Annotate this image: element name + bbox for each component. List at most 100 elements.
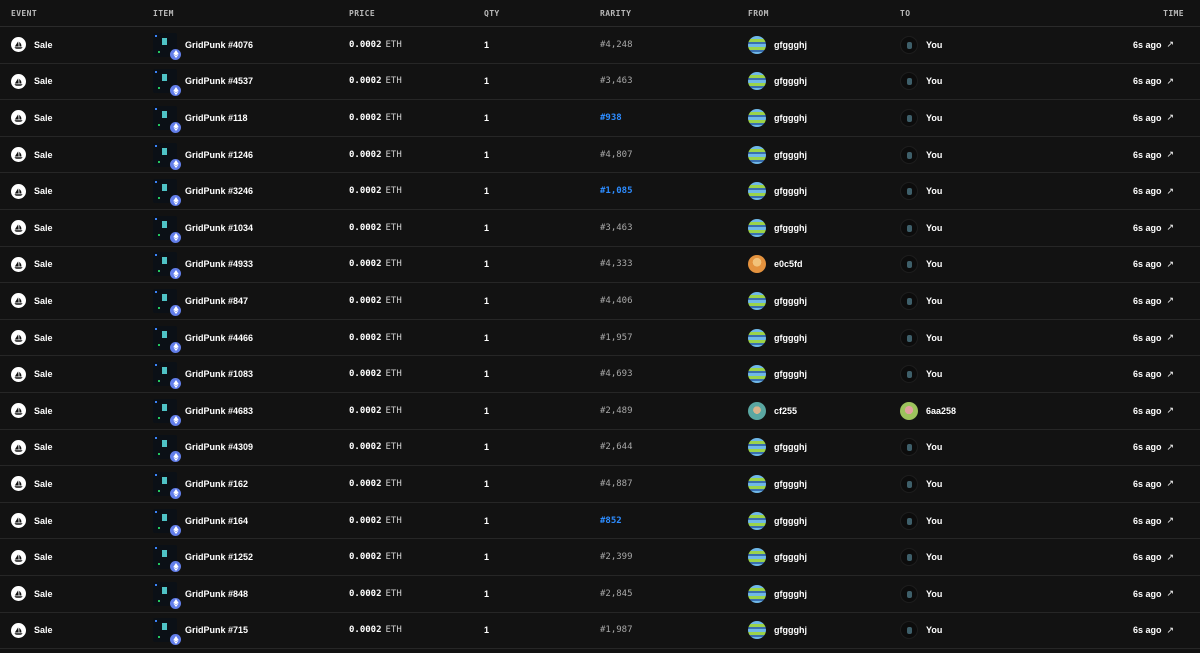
to-cell[interactable]: You (900, 247, 942, 283)
from-cell[interactable]: gfggghj (748, 64, 807, 100)
to-user-link[interactable]: You (926, 113, 942, 123)
nft-thumbnail[interactable] (153, 435, 181, 463)
nft-thumbnail[interactable] (153, 288, 181, 316)
time-cell[interactable]: 6s ago ↗ (1133, 27, 1174, 63)
from-user-link[interactable]: gfggghj (774, 589, 807, 599)
external-link-arrow-icon[interactable]: ↗ (1166, 515, 1174, 526)
from-cell[interactable]: gfggghj (748, 613, 807, 649)
from-avatar[interactable] (748, 365, 766, 384)
from-cell[interactable]: gfggghj (748, 466, 807, 502)
time-link[interactable]: 6s ago (1133, 40, 1162, 50)
item-name-link[interactable]: GridPunk #162 (185, 479, 248, 489)
nft-thumbnail[interactable] (153, 545, 181, 573)
from-user-link[interactable]: gfggghj (774, 296, 807, 306)
time-link[interactable]: 6s ago (1133, 516, 1162, 526)
external-link-arrow-icon[interactable]: ↗ (1166, 222, 1174, 233)
from-user-link[interactable]: gfggghj (774, 625, 807, 635)
to-user-link[interactable]: You (926, 442, 942, 452)
item-cell[interactable]: GridPunk #4683 (153, 393, 253, 429)
from-avatar[interactable] (748, 328, 766, 347)
to-avatar[interactable] (900, 584, 918, 603)
time-link[interactable]: 6s ago (1133, 113, 1162, 123)
item-name-link[interactable]: GridPunk #1034 (185, 223, 253, 233)
to-avatar[interactable] (900, 548, 918, 567)
from-cell[interactable]: gfggghj (748, 173, 807, 209)
external-link-arrow-icon[interactable]: ↗ (1166, 478, 1174, 489)
item-name-link[interactable]: GridPunk #3246 (185, 186, 253, 196)
to-cell[interactable]: You (900, 64, 942, 100)
header-price[interactable]: PRICE (349, 9, 375, 18)
item-cell[interactable]: GridPunk #4537 (153, 64, 253, 100)
external-link-arrow-icon[interactable]: ↗ (1166, 186, 1174, 197)
nft-thumbnail[interactable] (153, 32, 181, 60)
from-user-link[interactable]: gfggghj (774, 223, 807, 233)
to-cell[interactable]: You (900, 210, 942, 246)
from-user-link[interactable]: gfggghj (774, 552, 807, 562)
from-avatar[interactable] (748, 548, 766, 567)
item-name-link[interactable]: GridPunk #4466 (185, 333, 253, 343)
from-cell[interactable]: gfggghj (748, 283, 807, 319)
nft-thumbnail[interactable] (153, 142, 181, 170)
header-qty[interactable]: QTY (484, 9, 500, 18)
item-name-link[interactable]: GridPunk #1246 (185, 150, 253, 160)
table-row[interactable]: Sale GridPunk #4309 0.0002 ETH 1 #2,644 … (0, 430, 1200, 467)
to-cell[interactable]: You (900, 100, 942, 136)
to-avatar[interactable] (900, 621, 918, 640)
table-row[interactable]: Sale GridPunk #162 0.0002 ETH 1 #4,887 g… (0, 466, 1200, 503)
item-cell[interactable]: GridPunk #3246 (153, 173, 253, 209)
from-cell[interactable]: gfggghj (748, 539, 807, 575)
to-user-link[interactable]: You (926, 259, 942, 269)
time-link[interactable]: 6s ago (1133, 625, 1162, 635)
from-avatar[interactable] (748, 35, 766, 54)
to-user-link[interactable]: You (926, 552, 942, 562)
external-link-arrow-icon[interactable]: ↗ (1166, 295, 1174, 306)
from-cell[interactable]: gfggghj (748, 430, 807, 466)
to-avatar[interactable] (900, 182, 918, 201)
table-row[interactable]: Sale GridPunk #164 0.0002 ETH 1 #852 gfg… (0, 503, 1200, 540)
to-user-link[interactable]: You (926, 369, 942, 379)
time-link[interactable]: 6s ago (1133, 76, 1162, 86)
item-name-link[interactable]: GridPunk #164 (185, 516, 248, 526)
table-row[interactable]: Sale GridPunk #1252 0.0002 ETH 1 #2,399 … (0, 539, 1200, 576)
from-user-link[interactable]: cf255 (774, 406, 797, 416)
time-cell[interactable]: 6s ago ↗ (1133, 283, 1174, 319)
to-avatar[interactable] (900, 365, 918, 384)
nft-thumbnail[interactable] (153, 508, 181, 536)
time-cell[interactable]: 6s ago ↗ (1133, 247, 1174, 283)
item-cell[interactable]: GridPunk #848 (153, 576, 248, 612)
item-cell[interactable]: GridPunk #4933 (153, 247, 253, 283)
from-user-link[interactable]: gfggghj (774, 479, 807, 489)
header-to[interactable]: TO (900, 9, 910, 18)
table-row[interactable]: Sale GridPunk #4076 0.0002 ETH 1 #4,248 … (0, 27, 1200, 64)
to-avatar[interactable] (900, 291, 918, 310)
to-user-link[interactable]: You (926, 589, 942, 599)
from-user-link[interactable]: gfggghj (774, 442, 807, 452)
header-item[interactable]: ITEM (153, 9, 174, 18)
to-user-link[interactable]: You (926, 625, 942, 635)
nft-thumbnail[interactable] (153, 69, 181, 97)
item-name-link[interactable]: GridPunk #4076 (185, 40, 253, 50)
to-user-link[interactable]: You (926, 516, 942, 526)
item-cell[interactable]: GridPunk #118 (153, 100, 248, 136)
time-cell[interactable]: 6s ago ↗ (1133, 430, 1174, 466)
external-link-arrow-icon[interactable]: ↗ (1166, 259, 1174, 270)
time-link[interactable]: 6s ago (1133, 589, 1162, 599)
header-from[interactable]: FROM (748, 9, 769, 18)
nft-thumbnail[interactable] (153, 618, 181, 646)
external-link-arrow-icon[interactable]: ↗ (1166, 332, 1174, 343)
from-avatar[interactable] (748, 438, 766, 457)
external-link-arrow-icon[interactable]: ↗ (1166, 442, 1174, 453)
from-cell[interactable]: gfggghj (748, 356, 807, 392)
from-cell[interactable]: gfggghj (748, 137, 807, 173)
from-user-link[interactable]: gfggghj (774, 40, 807, 50)
from-avatar[interactable] (748, 511, 766, 530)
to-user-link[interactable]: You (926, 186, 942, 196)
item-name-link[interactable]: GridPunk #1252 (185, 552, 253, 562)
from-user-link[interactable]: gfggghj (774, 186, 807, 196)
to-avatar[interactable] (900, 438, 918, 457)
to-avatar[interactable] (900, 474, 918, 493)
header-event[interactable]: EVENT (11, 9, 37, 18)
to-cell[interactable]: You (900, 576, 942, 612)
from-cell[interactable]: e0c5fd (748, 247, 803, 283)
from-cell[interactable]: gfggghj (748, 576, 807, 612)
